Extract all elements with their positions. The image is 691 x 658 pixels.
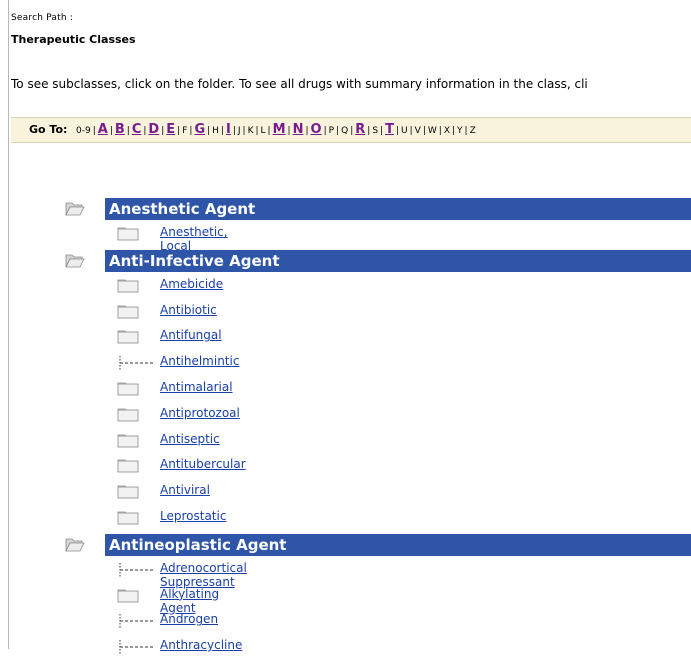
tree-branch-icon [118, 613, 154, 629]
closed-folder-icon[interactable] [117, 329, 139, 344]
letter-separator: | [464, 126, 468, 136]
letter-separator: | [242, 126, 246, 136]
goto-letter-b[interactable]: B [115, 122, 125, 137]
goto-letter-y: Y [457, 126, 463, 136]
category-header[interactable]: Anesthetic Agent [105, 198, 691, 220]
open-folder-icon[interactable] [65, 252, 85, 268]
letter-separator: | [92, 126, 96, 136]
search-path-value: Therapeutic Classes [11, 33, 136, 46]
closed-folder-icon[interactable] [117, 407, 139, 422]
instructions-text: To see subclasses, click on the folder. … [11, 77, 588, 91]
goto-letter-h: H [212, 126, 219, 136]
closed-folder-icon[interactable] [117, 458, 139, 473]
closed-folder-icon[interactable] [117, 588, 139, 602]
goto-letter-0-9: 0-9 [76, 126, 91, 136]
subclass-link[interactable]: Antifungal [160, 328, 222, 342]
letter-separator: | [267, 126, 271, 136]
search-path-label: Search Path : [11, 13, 74, 23]
category-header[interactable]: Anti-Infective Agent [105, 249, 691, 272]
goto-letter-n[interactable]: N [293, 122, 304, 137]
letter-separator: | [287, 126, 291, 136]
letter-separator: | [126, 126, 130, 136]
goto-letter-g[interactable]: G [194, 122, 205, 137]
goto-letters: 0-9 | A | B | C | D | E | F | G | H | I | J | K | L | M | N | O | P | Q | R |… [76, 118, 476, 143]
tree-branch-icon [118, 639, 154, 655]
letter-separator: | [305, 126, 309, 136]
category-header[interactable]: Antineoplastic Agent [105, 533, 691, 556]
goto-letter-e[interactable]: E [166, 122, 175, 137]
closed-folder-icon[interactable] [117, 381, 139, 396]
subclass-link[interactable]: Leprostatic [160, 509, 226, 523]
goto-bar: Go To: 0-9 | A | B | C | D | E | F | G | H | I | J | K | L | M | N | O… [11, 117, 691, 143]
letter-separator: | [409, 126, 413, 136]
goto-letter-t[interactable]: T [385, 122, 394, 137]
letter-separator: | [232, 126, 236, 136]
closed-folder-icon[interactable] [117, 433, 139, 447]
subclass-link[interactable]: Antiprotozoal [160, 406, 240, 420]
subclass-link[interactable]: Antitubercular [160, 457, 246, 471]
goto-label: Go To: [29, 123, 68, 136]
closed-folder-icon[interactable] [117, 278, 139, 293]
goto-letter-l: L [260, 126, 266, 136]
closed-folder-icon[interactable] [117, 304, 139, 318]
letter-separator: | [220, 126, 224, 136]
letter-separator: | [109, 126, 113, 136]
subclass-link[interactable]: Antiseptic [160, 432, 220, 446]
subclass-link[interactable]: Anesthetic, Local [160, 225, 228, 253]
tree-branch-icon [118, 562, 154, 577]
closed-folder-icon[interactable] [117, 226, 139, 241]
closed-folder-icon[interactable] [117, 510, 139, 525]
subclass-link[interactable]: Antiviral [160, 483, 210, 497]
goto-letter-u: U [401, 126, 408, 136]
letter-separator: | [395, 126, 399, 136]
goto-letter-c[interactable]: C [132, 122, 142, 137]
letter-separator: | [422, 126, 426, 136]
goto-letter-r[interactable]: R [355, 122, 365, 137]
subclass-link[interactable]: Antimalarial [160, 380, 233, 394]
subclass-link[interactable]: Amebicide [160, 277, 223, 291]
open-folder-icon[interactable] [65, 200, 85, 216]
letter-separator: | [255, 126, 259, 136]
goto-letter-d[interactable]: D [148, 122, 159, 137]
subclass-link[interactable]: Adrenocortical Suppressant [160, 561, 247, 589]
subclass-link[interactable]: Antihelmintic [160, 354, 239, 368]
goto-letter-v: V [414, 126, 421, 136]
goto-letter-a[interactable]: A [98, 122, 108, 137]
open-folder-icon[interactable] [65, 536, 85, 552]
subclass-link[interactable]: Antibiotic [160, 303, 217, 317]
tree-branch-icon [118, 355, 154, 371]
subclass-link[interactable]: Anthracycline [160, 638, 242, 652]
frame-left-border [8, 0, 9, 649]
subclass-link[interactable]: Alkylating Agent [160, 587, 219, 615]
letter-separator: | [451, 126, 456, 136]
goto-letter-o[interactable]: O [311, 122, 322, 137]
goto-letter-z: Z [469, 126, 476, 136]
goto-letter-m[interactable]: M [273, 122, 286, 137]
subclass-link[interactable]: Androgen [160, 612, 218, 626]
letter-separator: | [323, 126, 327, 136]
goto-letter-w: W [427, 126, 437, 136]
closed-folder-icon[interactable] [117, 484, 139, 499]
letter-separator: | [438, 126, 442, 136]
